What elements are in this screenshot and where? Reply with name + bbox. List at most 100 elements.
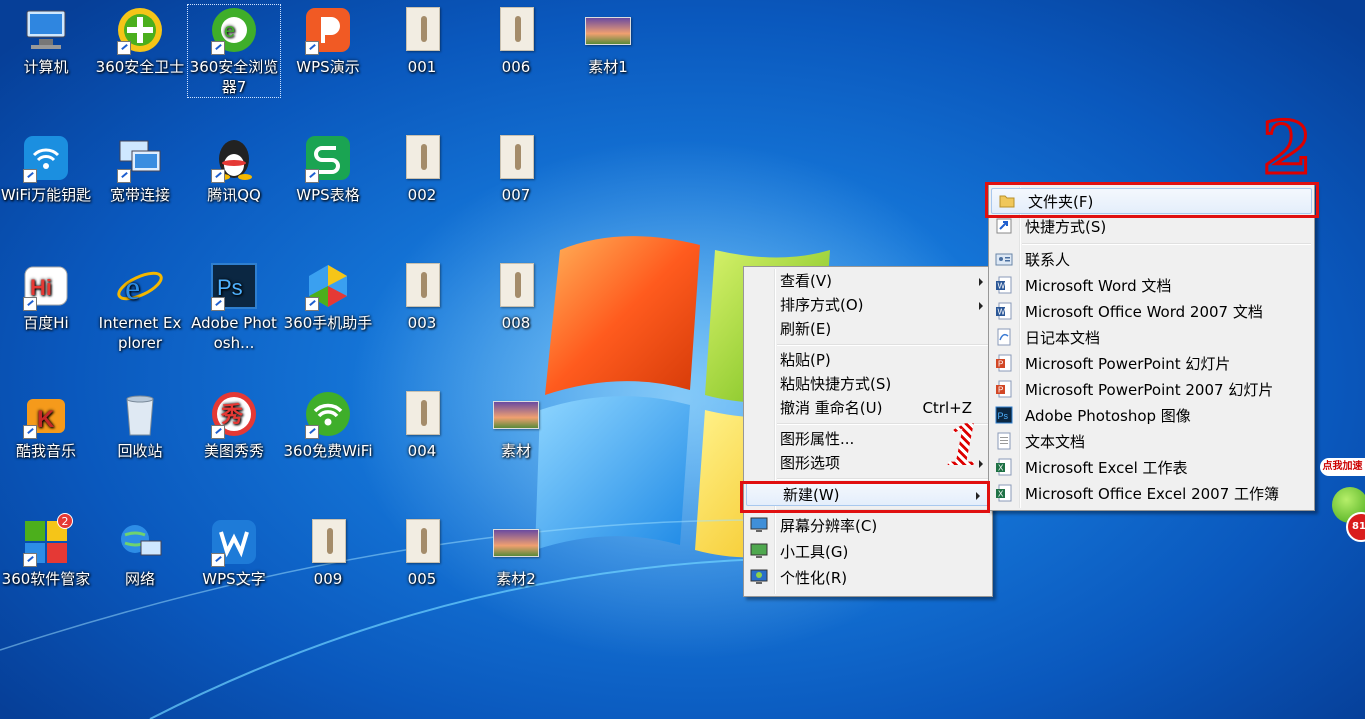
desktop-icon[interactable]: WPS演示 — [282, 5, 374, 77]
desktop-icon[interactable]: 006 — [470, 5, 562, 77]
desktop-icon[interactable]: 宽带连接 — [94, 133, 186, 205]
desktop-icon[interactable]: e 360安全浏览器7 — [187, 4, 281, 98]
landscape-icon — [491, 389, 541, 439]
submenu-item-journal[interactable]: 日记本文档 — [989, 325, 1314, 351]
desktop-icon[interactable]: 回收站 — [94, 389, 186, 461]
submenu-item-powerpoint[interactable]: P Microsoft PowerPoint 幻灯片 — [989, 351, 1314, 377]
personalize-icon — [750, 568, 768, 586]
image-icon — [397, 517, 447, 567]
desktop-icon-label: 百度Hi — [23, 314, 69, 332]
desktop-icon[interactable]: WPS表格 — [282, 133, 374, 205]
desktop-icon[interactable]: 002 — [376, 133, 468, 205]
desktop-icon[interactable]: Ps Adobe Photosh... — [188, 261, 280, 353]
desktop[interactable]: 计算机 360安全卫士 e 360安全浏览器7 WPS演示 001 006 素材1 WiFi万能… — [0, 0, 1365, 719]
menu-item-paste-shortcut[interactable]: 粘贴快捷方式(S) — [744, 372, 992, 396]
svg-text:P: P — [998, 360, 1003, 369]
display-icon — [750, 516, 768, 534]
desktop-icon[interactable]: 腾讯QQ — [188, 133, 280, 205]
submenu-item-excel-2007[interactable]: X Microsoft Office Excel 2007 工作簿 — [989, 481, 1314, 507]
new-submenu: 文件夹(F) 快捷方式(S) 联系人 W Microsoft Word 文档 W… — [988, 184, 1315, 511]
desktop-icon[interactable]: Hi 百度Hi — [0, 261, 92, 333]
desktop-icon[interactable]: 001 — [376, 5, 468, 77]
desktop-icon-label: 008 — [501, 314, 531, 332]
menu-item-paste[interactable]: 粘贴(P) — [744, 348, 992, 372]
wps-sheet-icon — [303, 133, 353, 183]
menu-separator — [989, 240, 1314, 247]
annotation-step-1: 1 — [944, 413, 983, 479]
desktop-icon[interactable]: 009 — [282, 517, 374, 589]
menu-item-refresh[interactable]: 刷新(E) — [744, 317, 992, 341]
desktop-icon[interactable]: 008 — [470, 261, 562, 333]
gadgets-icon — [750, 542, 768, 560]
desktop-icon[interactable]: 360免费WiFi — [282, 389, 374, 461]
desktop-icon[interactable]: 秀美图秀秀 — [188, 389, 280, 461]
shortcut-arrow-icon — [23, 425, 37, 439]
desktop-icon[interactable]: 360安全卫士 — [94, 5, 186, 77]
submenu-item-powerpoint-2007[interactable]: P Microsoft PowerPoint 2007 幻灯片 — [989, 377, 1314, 403]
desktop-icon-label: 360免费WiFi — [283, 442, 373, 460]
desktop-icon-label: 网络 — [124, 570, 155, 588]
desktop-icon-label: 腾讯QQ — [207, 186, 261, 204]
submenu-item-photoshop[interactable]: Ps Adobe Photoshop 图像 — [989, 403, 1314, 429]
desktop-icon[interactable]: e Internet Explorer — [94, 261, 186, 353]
submenu-item-word-doc[interactable]: W Microsoft Word 文档 — [989, 273, 1314, 299]
submenu-item-excel[interactable]: X Microsoft Excel 工作表 — [989, 455, 1314, 481]
desktop-icon[interactable]: 004 — [376, 389, 468, 461]
desktop-icon-label: 005 — [407, 570, 437, 588]
desktop-icon[interactable]: 计算机 — [0, 5, 92, 77]
menu-item-view[interactable]: 查看(V) — [744, 269, 992, 293]
shortcut-arrow-icon — [117, 169, 131, 183]
shortcut-arrow-icon — [23, 297, 37, 311]
menu-item-screen-resolution[interactable]: 屏幕分辨率(C) — [744, 513, 992, 539]
menu-item-gadgets[interactable]: 小工具(G) — [744, 539, 992, 565]
image-icon — [491, 5, 541, 55]
meitu-icon: 秀 — [209, 389, 259, 439]
kuwo-icon: K — [21, 389, 71, 439]
speedup-widget[interactable]: 点我加速 81 — [1318, 455, 1365, 555]
svg-text:Ps: Ps — [998, 411, 1009, 421]
desktop-icon-label: 007 — [501, 186, 531, 204]
desktop-icon-label: 006 — [501, 58, 531, 76]
svg-text:W: W — [998, 282, 1006, 291]
contact-icon — [995, 250, 1013, 268]
shortcut-arrow-icon — [211, 297, 225, 311]
desktop-icon[interactable]: 素材 — [470, 389, 562, 461]
desktop-icon[interactable]: WPS文字 — [188, 517, 280, 589]
desktop-icon-label: 计算机 — [23, 58, 69, 76]
360-guard-icon — [115, 5, 165, 55]
image-icon — [397, 261, 447, 311]
desktop-icon[interactable]: 005 — [376, 517, 468, 589]
shortcut-arrow-icon — [23, 169, 37, 183]
svg-text:X: X — [998, 464, 1004, 473]
submenu-item-word-2007-doc[interactable]: W Microsoft Office Word 2007 文档 — [989, 299, 1314, 325]
desktop-icon[interactable]: 素材2 — [470, 517, 562, 589]
svg-text:e: e — [224, 20, 235, 42]
submenu-item-text-doc[interactable]: 文本文档 — [989, 429, 1314, 455]
desktop-icon-label: 360手机助手 — [283, 314, 373, 332]
powerpoint-icon: P — [995, 380, 1013, 398]
menu-item-sort[interactable]: 排序方式(O) — [744, 293, 992, 317]
menu-item-personalize[interactable]: 个性化(R) — [744, 565, 992, 591]
desktop-icon[interactable]: 网络 — [94, 517, 186, 589]
desktop-icon[interactable]: 007 — [470, 133, 562, 205]
desktop-icon[interactable]: 360手机助手 — [282, 261, 374, 333]
desktop-icon-label: 009 — [313, 570, 343, 588]
shortcut-arrow-icon — [305, 169, 319, 183]
desktop-icon[interactable]: 003 — [376, 261, 468, 333]
annotation-step-2: 2 — [1260, 105, 1313, 190]
ie-icon: e — [115, 261, 165, 311]
desktop-icon-label: WiFi万能钥匙 — [0, 186, 92, 204]
desktop-icon[interactable]: 2 360软件管家 — [0, 513, 92, 589]
shortcut-arrow-icon — [305, 425, 319, 439]
desktop-icon[interactable]: K 酷我音乐 — [0, 389, 92, 461]
image-icon — [303, 517, 353, 567]
image-icon — [397, 5, 447, 55]
image-icon — [491, 133, 541, 183]
desktop-icon[interactable]: 素材1 — [562, 5, 654, 77]
desktop-icon-label: 素材1 — [588, 58, 628, 76]
360-wifi-icon — [303, 389, 353, 439]
desktop-icon-label: WPS表格 — [296, 186, 360, 204]
desktop-icon[interactable]: WiFi万能钥匙 — [0, 133, 92, 205]
submenu-item-contact[interactable]: 联系人 — [989, 247, 1314, 273]
svg-text:P: P — [998, 386, 1003, 395]
